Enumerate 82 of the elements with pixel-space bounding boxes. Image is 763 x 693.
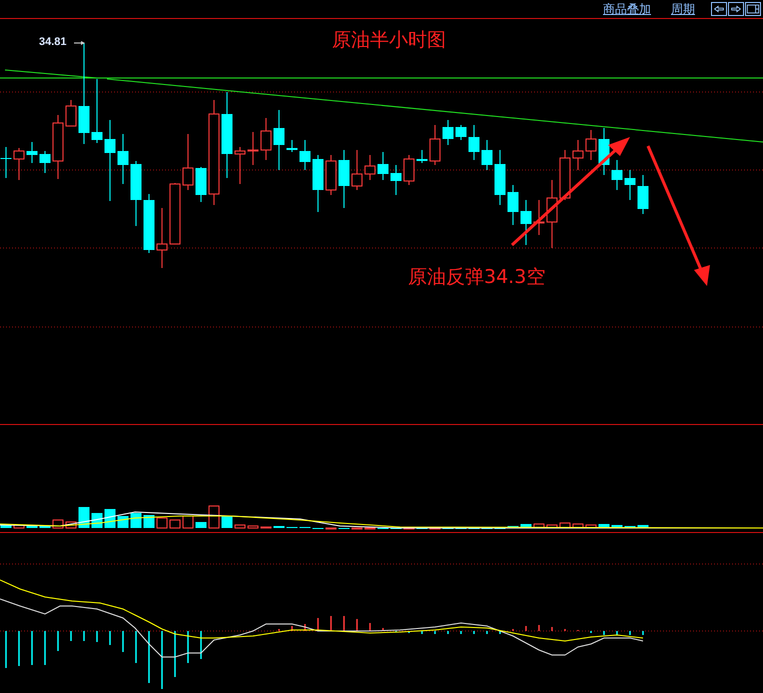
left-arrow-button[interactable]	[711, 2, 727, 16]
candlestick	[442, 120, 454, 146]
candlestick	[0, 146, 12, 178]
volume-bar	[638, 525, 648, 528]
candlestick	[326, 154, 336, 196]
volume-bar	[118, 516, 128, 528]
candlestick	[156, 208, 168, 268]
candlestick	[468, 124, 480, 160]
candlestick	[364, 154, 376, 180]
volume-bar	[248, 526, 258, 528]
candlestick	[234, 146, 246, 184]
candlestick	[144, 194, 154, 254]
volume-bar	[208, 506, 220, 528]
left-arrow-icon	[712, 3, 726, 15]
right-arrow-icon	[729, 3, 743, 15]
volume-bar	[170, 520, 180, 528]
candlestick	[338, 150, 350, 208]
candlestick	[390, 164, 402, 196]
candlestick	[130, 160, 142, 226]
pointer-arrow	[74, 41, 85, 45]
volume-bar	[156, 518, 168, 528]
candlestick	[26, 142, 38, 164]
volume-bar	[598, 524, 610, 528]
volume-bar	[144, 515, 154, 528]
volume-bar	[612, 525, 622, 528]
volume-bar	[78, 507, 90, 528]
candlestick	[378, 152, 388, 180]
volume-bar	[26, 525, 38, 528]
candlestick	[494, 150, 506, 206]
chart-title: 原油半小时图	[332, 28, 446, 53]
volume-bar	[234, 524, 246, 528]
candlestick	[456, 124, 466, 140]
volume-bar	[14, 524, 24, 528]
volume-bar	[196, 522, 206, 528]
candlestick	[286, 140, 298, 152]
candlestick	[248, 132, 258, 166]
candlestick	[416, 150, 428, 164]
candlestick	[118, 134, 128, 184]
candlestick	[624, 170, 636, 200]
annotation-text: 原油反弹34.3空	[408, 265, 546, 290]
volume-bar	[560, 522, 570, 528]
candlestick	[598, 128, 610, 176]
candlestick	[300, 140, 310, 170]
split-panel-icon	[746, 3, 760, 15]
candlestick	[572, 140, 584, 170]
price-label: 34.81	[39, 36, 67, 48]
candlestick	[260, 118, 272, 160]
candlestick	[66, 100, 76, 126]
volume-bar	[222, 516, 232, 528]
candlestick	[14, 148, 24, 180]
toolbar-link[interactable]: 周期	[671, 0, 695, 18]
volume-bar	[182, 516, 194, 528]
candlestick	[482, 140, 492, 170]
candlestick	[534, 200, 544, 236]
candlestick	[196, 166, 206, 202]
candlestick	[520, 200, 532, 246]
candlestick	[586, 130, 596, 160]
candlestick	[352, 150, 362, 190]
candlestick	[612, 160, 622, 190]
candlestick	[274, 110, 284, 170]
toolbar-link[interactable]: 商品叠加	[603, 0, 651, 18]
candlestick	[404, 154, 414, 186]
candlestick	[508, 184, 518, 226]
candlestick	[312, 154, 324, 212]
volume-bar	[534, 524, 544, 528]
volume-bar	[0, 525, 12, 528]
candlestick	[430, 124, 440, 166]
split-panel-button[interactable]	[745, 2, 761, 16]
right-arrow-button[interactable]	[728, 2, 744, 16]
candlestick	[638, 174, 648, 214]
volume-bar	[586, 524, 596, 528]
volume-bar	[572, 524, 584, 528]
candlestick	[546, 180, 558, 248]
candlestick	[40, 150, 50, 174]
candlestick	[182, 134, 194, 190]
volume-bar	[546, 524, 558, 528]
candlestick	[560, 150, 570, 200]
candlestick	[92, 78, 102, 144]
candlestick	[52, 114, 64, 180]
volume-bar	[520, 524, 532, 528]
candlestick	[170, 182, 180, 244]
volume-bar	[130, 513, 142, 528]
